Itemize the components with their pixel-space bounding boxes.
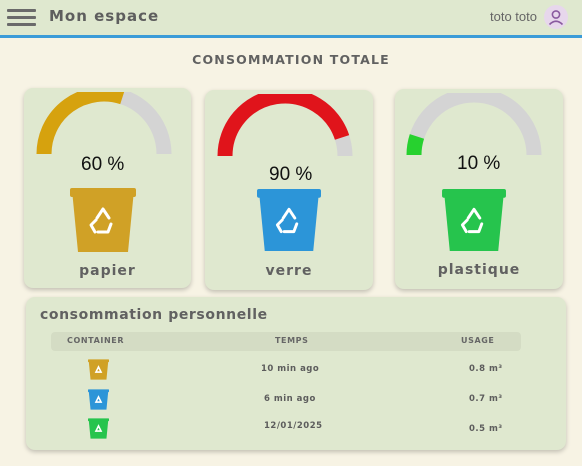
column-header-container: CONTAINER (67, 336, 125, 345)
gauge-verre (217, 94, 353, 157)
row-bin-plastique-icon (88, 418, 109, 439)
row-bin-verre-icon (88, 389, 109, 410)
card-consommation-personnelle: consommation personnelle CONTAINER TEMPS… (26, 297, 566, 450)
percent-papier: 60 % (81, 154, 125, 175)
app-title: Mon espace (49, 7, 160, 25)
label-verre: verre (265, 263, 313, 279)
top-bar: Mon espace toto toto (0, 0, 582, 38)
card-papier: 60 % papier (24, 88, 191, 288)
label-plastique: plastique (437, 262, 521, 278)
bin-verre-icon (257, 188, 321, 252)
row-bin-papier-icon (88, 359, 109, 380)
table-header: CONTAINER TEMPS USAGE (51, 332, 521, 351)
column-header-temps: TEMPS (275, 336, 309, 345)
user-name[interactable]: toto toto (490, 9, 537, 24)
bin-plastique-icon (442, 189, 506, 251)
bin-papier-icon (70, 188, 136, 252)
card-verre: 90 % verre (205, 90, 373, 290)
section-title-totale: CONSOMMATION TOTALE (192, 52, 390, 67)
percent-verre: 90 % (269, 164, 313, 185)
row-temps: 12/01/2025 (264, 421, 323, 431)
user-icon[interactable] (544, 5, 568, 29)
perso-title: consommation personnelle (40, 307, 268, 323)
percent-plastique: 10 % (457, 153, 501, 174)
gauge-papier (36, 92, 172, 155)
label-papier: papier (79, 263, 136, 279)
row-usage: 0.7 m³ (469, 394, 503, 404)
hamburger-menu-icon[interactable] (7, 9, 36, 26)
row-temps: 10 min ago (261, 364, 320, 374)
row-usage: 0.5 m³ (469, 424, 503, 434)
row-temps: 6 min ago (264, 394, 316, 404)
row-usage: 0.8 m³ (469, 364, 503, 374)
column-header-usage: USAGE (461, 336, 495, 345)
card-plastique: 10 % plastique (395, 89, 563, 289)
